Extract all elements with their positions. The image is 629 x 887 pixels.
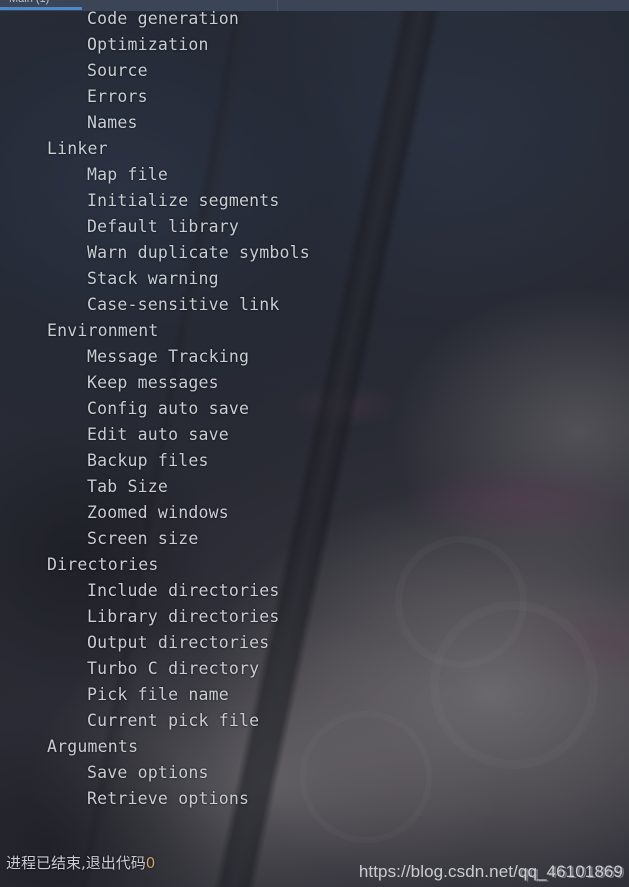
console-line: Optimization bbox=[87, 35, 209, 54]
toolbar-divider bbox=[277, 0, 278, 11]
console-line: Config auto save bbox=[87, 399, 250, 418]
close-icon[interactable]: ✕ bbox=[54, 0, 62, 4]
process-exit-status-text: 进程已结束,退出代码 bbox=[6, 854, 146, 872]
run-tool-window-tab-bar: Main (1) ✕ bbox=[0, 0, 629, 11]
console-line: Arguments bbox=[47, 737, 139, 756]
console-line: Initialize segments bbox=[87, 191, 280, 210]
console-line: Code generation bbox=[87, 11, 240, 28]
tab-active-underline bbox=[0, 7, 82, 10]
console-output-area[interactable]: Code generation Optimization Source Errors N… bbox=[0, 11, 629, 887]
console-line: Pick file name bbox=[87, 685, 229, 704]
console-line: Retrieve options bbox=[87, 789, 250, 808]
console-line: Backup files bbox=[87, 451, 209, 470]
console-line: Source bbox=[87, 61, 148, 80]
console-line: Keep messages bbox=[87, 373, 219, 392]
console-line: Turbo C directory bbox=[87, 659, 260, 678]
tab-main-label: Main (1) bbox=[9, 0, 49, 5]
console-line: Case-sensitive link bbox=[87, 295, 280, 314]
console-line: Tab Size bbox=[87, 477, 169, 496]
console-line: Screen size bbox=[87, 529, 199, 548]
console-line: Map file bbox=[87, 165, 169, 184]
console-line: Environment bbox=[47, 321, 159, 340]
console-line: Current pick file bbox=[87, 711, 260, 730]
console-line: Stack warning bbox=[87, 269, 219, 288]
console-line: Library directories bbox=[87, 607, 280, 626]
console-line: Linker bbox=[47, 139, 108, 158]
console-line: Include directories bbox=[87, 581, 280, 600]
console-line: Message Tracking bbox=[87, 347, 250, 366]
console-line: Save options bbox=[87, 763, 209, 782]
run-console-window: Main (1) ✕ Code generation Optimization So… bbox=[0, 0, 629, 887]
console-line: Output directories bbox=[87, 633, 270, 652]
watermark-url: https://blog.csdn.net/qq_46101869 qq_461… bbox=[359, 862, 625, 882]
watermark-url-ghost: qq_46101869 bbox=[519, 863, 625, 882]
console-line: Default library bbox=[87, 217, 240, 236]
console-text-lines: Code generation Optimization Source Errors N… bbox=[0, 11, 629, 887]
console-line: Zoomed windows bbox=[87, 503, 229, 522]
console-line: Errors bbox=[87, 87, 148, 106]
console-line: Edit auto save bbox=[87, 425, 229, 444]
console-line: Names bbox=[87, 113, 138, 132]
console-line: Warn duplicate symbols bbox=[87, 243, 310, 262]
console-line: Directories bbox=[47, 555, 159, 574]
process-exit-code: 0 bbox=[145, 854, 156, 872]
process-exit-status: 进程已结束,退出代码0 bbox=[6, 852, 155, 873]
